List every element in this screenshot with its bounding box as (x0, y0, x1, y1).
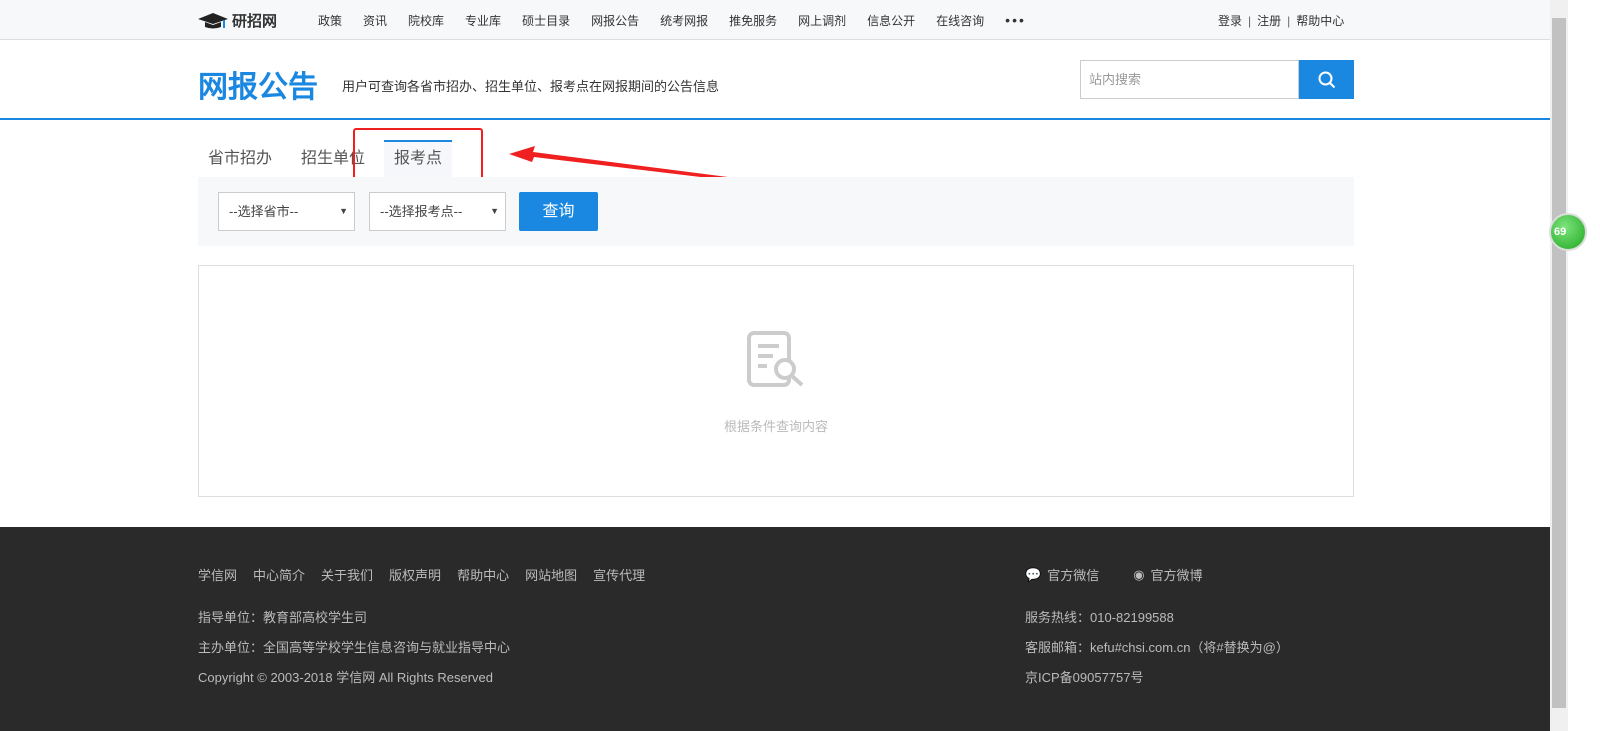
logo[interactable]: 研招网 (198, 10, 277, 31)
weibo-icon: ◉ (1133, 566, 1145, 582)
search-icon (1318, 71, 1335, 88)
footer-link[interactable]: 宣传代理 (593, 565, 645, 584)
copyright: Copyright © 2003-2018 学信网 All Rights Res… (198, 670, 493, 685)
page-header: 网报公告 用户可查询各省市招办、招生单位、报考点在网报期间的公告信息 站内搜索 (0, 40, 1550, 120)
floating-widget[interactable]: 69 (1549, 213, 1587, 251)
nav-item[interactable]: 政策 (318, 12, 342, 29)
hotline: 服务热线：010-82199588 (1025, 610, 1174, 625)
page-subtitle: 用户可查询各省市招办、招生单位、报考点在网报期间的公告信息 (342, 79, 720, 94)
page-title: 网报公告 (198, 71, 318, 104)
search-input[interactable]: 站内搜索 (1080, 60, 1299, 99)
icp-link[interactable]: 京ICP备09057757号 (1025, 667, 1144, 686)
query-button[interactable]: 查询 (519, 192, 598, 231)
footer-links: 学信网 中心简介 关于我们 版权声明 帮助中心 网站地图 宣传代理 (198, 565, 661, 584)
nav-item[interactable]: 推免服务 (729, 12, 777, 29)
nav-item[interactable]: 网上调剂 (798, 12, 846, 29)
footer: 学信网 中心简介 关于我们 版权声明 帮助中心 网站地图 宣传代理 指导单位：教… (0, 527, 1550, 731)
help-link[interactable]: 帮助中心 (1296, 14, 1344, 28)
footer-link[interactable]: 学信网 (198, 565, 237, 584)
footer-link[interactable]: 版权声明 (389, 565, 441, 584)
top-bar: 研招网 政策 资讯 院校库 专业库 硕士目录 网报公告 统考网报 推免服务 网上… (0, 0, 1550, 40)
wechat-icon: 💬 (1025, 566, 1042, 582)
province-select[interactable]: --选择省市-- ▼ (218, 192, 355, 231)
footer-link[interactable]: 帮助中心 (457, 565, 509, 584)
tab-province-office[interactable]: 省市招办 (198, 140, 282, 177)
nav-item[interactable]: 信息公开 (867, 12, 915, 29)
footer-link[interactable]: 关于我们 (321, 565, 373, 584)
nav-item[interactable]: 资讯 (363, 12, 387, 29)
graduation-cap-icon (198, 12, 228, 28)
nav-item[interactable]: 在线咨询 (936, 12, 984, 29)
result-panel: 根据条件查询内容 (198, 265, 1354, 497)
more-icon[interactable]: ••• (1005, 12, 1026, 28)
scrollbar-thumb[interactable] (1552, 18, 1566, 708)
nav-item[interactable]: 统考网报 (660, 12, 708, 29)
document-search-icon (747, 331, 804, 387)
annotation-highlight-box (353, 128, 483, 180)
footer-link[interactable]: 中心简介 (253, 565, 305, 584)
main-nav: 政策 资讯 院校库 专业库 硕士目录 网报公告 统考网报 推免服务 网上调剂 信… (318, 0, 1047, 40)
footer-link[interactable]: 网站地图 (525, 565, 577, 584)
social-links: 💬 官方微信 ◉ 官方微博 (1025, 565, 1209, 584)
search-button[interactable] (1299, 60, 1354, 99)
weibo-link[interactable]: 官方微博 (1151, 565, 1203, 584)
filter-bar: --选择省市-- ▼ --选择报考点-- ▼ 查询 (198, 177, 1354, 246)
dropdown-arrow-icon: ▼ (490, 206, 499, 216)
wechat-link[interactable]: 官方微信 (1047, 565, 1099, 584)
divider: | (1248, 14, 1252, 28)
nav-item[interactable]: 专业库 (465, 12, 501, 29)
empty-state-text: 根据条件查询内容 (723, 419, 828, 434)
dropdown-arrow-icon: ▼ (339, 206, 348, 216)
guide-unit: 指导单位：教育部高校学生司 (198, 610, 368, 625)
email: 客服邮箱：kefu#chsi.com.cn（将#替换为@） (1025, 640, 1289, 655)
divider: | (1287, 14, 1291, 28)
exam-site-select[interactable]: --选择报考点-- ▼ (369, 192, 506, 231)
login-link[interactable]: 登录 (1218, 14, 1242, 28)
user-links: 登录 | 注册 | 帮助中心 (1218, 12, 1344, 29)
host-unit: 主办单位：全国高等学校学生信息咨询与就业指导中心 (198, 640, 511, 655)
nav-item[interactable]: 硕士目录 (522, 12, 570, 29)
register-link[interactable]: 注册 (1257, 14, 1281, 28)
nav-item[interactable]: 院校库 (408, 12, 444, 29)
nav-item[interactable]: 网报公告 (591, 12, 639, 29)
